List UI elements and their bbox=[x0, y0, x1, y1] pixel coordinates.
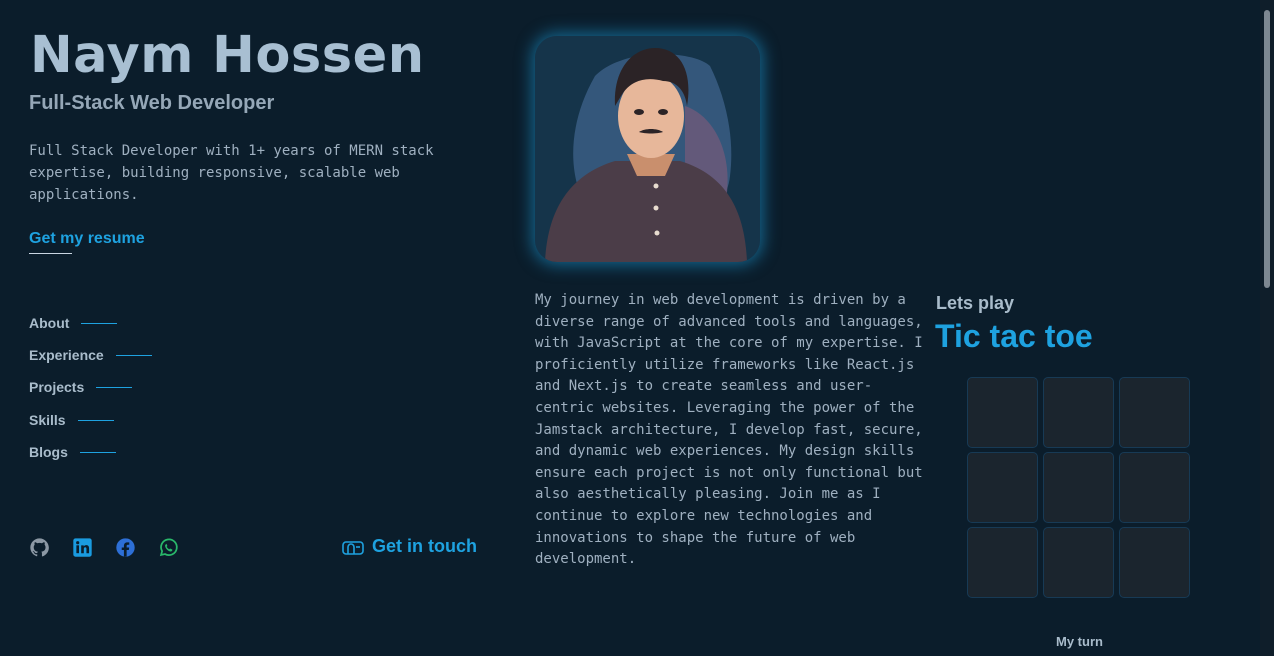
nav-item-experience[interactable]: Experience bbox=[29, 346, 152, 364]
nav-item-skills[interactable]: Skills bbox=[29, 411, 114, 429]
nav-label: Skills bbox=[29, 412, 66, 428]
board-cell[interactable] bbox=[1043, 527, 1114, 598]
board-cell[interactable] bbox=[967, 452, 1038, 523]
nav-line bbox=[96, 386, 133, 388]
game-title: Tic tac toe bbox=[935, 318, 1093, 354]
nav-label: Experience bbox=[29, 347, 104, 363]
resume-underline bbox=[29, 253, 72, 254]
board-cell[interactable] bbox=[1043, 377, 1114, 448]
github-icon[interactable] bbox=[29, 537, 50, 558]
board-cell[interactable] bbox=[1119, 452, 1190, 523]
board-cell[interactable] bbox=[1043, 452, 1114, 523]
nav-line bbox=[115, 354, 152, 356]
whatsapp-icon[interactable] bbox=[158, 537, 179, 558]
nav-line bbox=[79, 451, 116, 453]
profile-summary: Full Stack Developer with 1+ years of ME… bbox=[29, 143, 434, 203]
get-in-touch-button[interactable]: Get in touch bbox=[342, 536, 477, 557]
nav-label: About bbox=[29, 315, 70, 331]
get-in-touch-label: Get in touch bbox=[372, 536, 477, 556]
intro-section: Naym Hossen Full-Stack Web Developer Ful… bbox=[29, 0, 499, 656]
nav-line bbox=[77, 419, 114, 421]
board-cell[interactable] bbox=[967, 527, 1038, 598]
turn-status: My turn bbox=[1056, 634, 1103, 649]
linkedin-icon[interactable] bbox=[72, 537, 93, 558]
page-scrollbar[interactable] bbox=[1260, 0, 1274, 656]
profile-name: Naym Hossen bbox=[30, 26, 425, 85]
nav-label: Projects bbox=[29, 379, 85, 395]
game-heading: Lets play bbox=[936, 293, 1015, 313]
avatar bbox=[535, 36, 760, 262]
board-cell[interactable] bbox=[1119, 527, 1190, 598]
nav-line bbox=[81, 322, 118, 324]
profile-photo bbox=[535, 36, 760, 262]
nav-item-projects[interactable]: Projects bbox=[29, 378, 133, 396]
scrollbar-thumb[interactable] bbox=[1264, 10, 1270, 288]
social-links bbox=[29, 537, 179, 558]
nav-label: Blogs bbox=[29, 444, 68, 460]
nav-item-about[interactable]: About bbox=[29, 314, 118, 332]
about-paragraph: My journey in web development is driven … bbox=[535, 292, 923, 568]
board-cell[interactable] bbox=[1119, 377, 1190, 448]
board-cell[interactable] bbox=[967, 377, 1038, 448]
facebook-icon[interactable] bbox=[115, 537, 136, 558]
mailbox-icon bbox=[342, 540, 364, 555]
nav-item-blogs[interactable]: Blogs bbox=[29, 443, 116, 461]
resume-link[interactable]: Get my resume bbox=[29, 230, 145, 248]
tic-tac-toe-board bbox=[967, 377, 1190, 598]
profile-role: Full-Stack Web Developer bbox=[29, 92, 275, 114]
